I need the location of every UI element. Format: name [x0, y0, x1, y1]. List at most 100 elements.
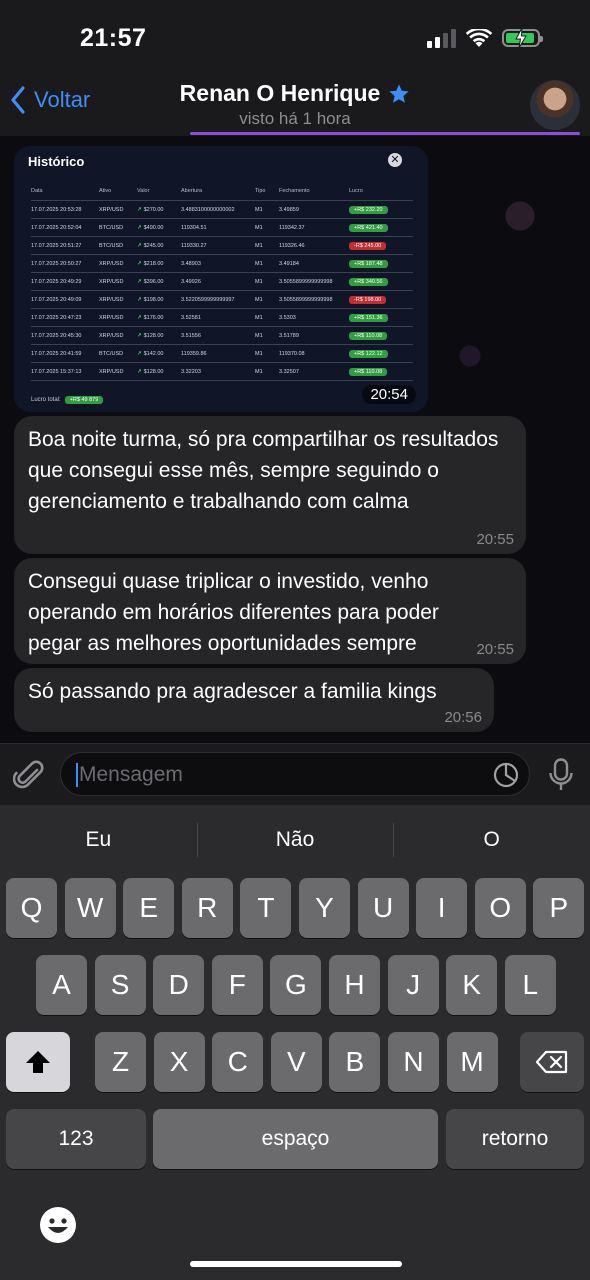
- message-text: Boa noite turma, só pra compartilhar os …: [28, 428, 499, 513]
- emoji-icon[interactable]: [38, 1205, 78, 1245]
- key-v[interactable]: V: [270, 1032, 322, 1092]
- history-cell: $176.00: [143, 315, 164, 321]
- home-indicator: [190, 1261, 402, 1267]
- key-g[interactable]: G: [270, 955, 322, 1015]
- history-cell: XRP/USD: [99, 272, 137, 291]
- key-i[interactable]: I: [416, 878, 468, 938]
- history-cell: BTC/USD: [99, 236, 137, 255]
- key-j[interactable]: J: [387, 955, 439, 1015]
- key-l[interactable]: L: [504, 955, 556, 1015]
- history-table-row: 17.07.2025 15:37:13 XRP/USD ↗ $128.00 3.3220…: [31, 362, 413, 381]
- profit-badge: +R$ 421.40: [349, 224, 388, 232]
- history-cell: 3.32203: [181, 362, 255, 381]
- history-cell: M1: [255, 362, 279, 381]
- text-message[interactable]: Só passando pra agradescer a familia kin…: [14, 668, 494, 732]
- key-t[interactable]: T: [240, 878, 292, 938]
- message-field[interactable]: [60, 752, 530, 797]
- return-key[interactable]: retorno: [446, 1109, 584, 1169]
- status-time: 21:57: [80, 24, 147, 52]
- key-x[interactable]: X: [153, 1032, 205, 1092]
- key-w[interactable]: W: [64, 878, 116, 938]
- key-p[interactable]: P: [533, 878, 585, 938]
- trend-up-icon: ↗: [137, 297, 142, 303]
- history-cell: 3.51556: [181, 326, 255, 345]
- history-cell: M1: [255, 344, 279, 363]
- trend-up-icon: ↗: [137, 351, 142, 357]
- history-cell: 17.07.2025 20:45:30: [31, 326, 99, 345]
- contact-name: Renan O Henrique: [179, 80, 381, 106]
- chat-header: Voltar Renan O Henrique visto há 1 hora: [0, 80, 590, 136]
- message-text: Só passando pra agradescer a familia kin…: [28, 680, 437, 703]
- key-f[interactable]: F: [211, 955, 263, 1015]
- total-profit-label: Lucro total:: [31, 397, 61, 403]
- history-cell: BTC/USD: [99, 344, 137, 363]
- profit-badge: +R$ 110.08: [349, 332, 388, 340]
- profit-badge: +R$ 187.48: [349, 260, 388, 268]
- numbers-key[interactable]: 123: [6, 1109, 146, 1169]
- shift-key[interactable]: [6, 1032, 70, 1092]
- key-k[interactable]: K: [446, 955, 498, 1015]
- key-b[interactable]: B: [329, 1032, 381, 1092]
- key-u[interactable]: U: [357, 878, 409, 938]
- space-key[interactable]: espaço: [153, 1109, 438, 1169]
- key-a[interactable]: A: [36, 955, 87, 1015]
- total-profit-value: +R$ 49 879: [64, 396, 104, 404]
- sticker-icon[interactable]: [493, 762, 519, 788]
- history-cell: 3.5303: [279, 308, 349, 327]
- history-cell: 119326.46: [279, 236, 349, 255]
- profit-badge: -R$ 198.00: [349, 296, 387, 304]
- key-y[interactable]: Y: [299, 878, 350, 938]
- avatar[interactable]: [530, 80, 580, 130]
- history-cell: 119330.27: [181, 236, 255, 255]
- history-cell: $270.00: [143, 207, 164, 213]
- message-time: 20:54: [362, 385, 416, 404]
- key-c[interactable]: C: [212, 1032, 264, 1092]
- history-table-row: 17.07.2025 20:52:04 BTC/USD ↗ $490.00 119304…: [31, 218, 413, 237]
- history-table-row: 17.07.2025 20:49:09 XRP/USD ↗ $198.00 3.5220…: [31, 290, 413, 309]
- suggestion-item[interactable]: O: [393, 805, 590, 875]
- text-message[interactable]: Consegui quase triplicar o investido, ve…: [14, 558, 526, 664]
- key-s[interactable]: S: [94, 955, 146, 1015]
- key-d[interactable]: D: [153, 955, 205, 1015]
- wifi-icon: [466, 28, 492, 47]
- trend-up-icon: ↗: [137, 369, 142, 375]
- history-cell: 17.07.2025 20:53:28: [31, 200, 99, 219]
- key-o[interactable]: O: [474, 878, 526, 938]
- history-cell: M1: [255, 326, 279, 345]
- chat-area[interactable]: Histórico ✕ Data Ativo Valor Abertura Ti…: [0, 136, 590, 743]
- star-icon: [389, 83, 409, 103]
- key-n[interactable]: N: [388, 1032, 439, 1092]
- text-message[interactable]: Boa noite turma, só pra compartilhar os …: [14, 416, 526, 554]
- history-cell: 3.49926: [181, 272, 255, 291]
- history-table-row: 17.07.2025 20:45:30 XRP/USD ↗ $128.00 3.5155…: [31, 326, 413, 345]
- backspace-key[interactable]: [520, 1032, 584, 1092]
- suggestion-item[interactable]: Eu: [0, 805, 197, 875]
- message-input[interactable]: [77, 753, 481, 797]
- history-table-header: Data Ativo Valor Abertura Tipo Fechament…: [31, 188, 413, 201]
- key-m[interactable]: M: [446, 1032, 498, 1092]
- profit-badge: +R$ 110.08: [349, 368, 388, 376]
- key-z[interactable]: Z: [95, 1032, 146, 1092]
- history-cell: 17.07.2025 20:49:09: [31, 290, 99, 309]
- key-h[interactable]: H: [329, 955, 380, 1015]
- history-cell: 119342.37: [279, 218, 349, 237]
- trend-up-icon: ↗: [137, 207, 142, 213]
- history-cell: 119359.86: [181, 344, 255, 363]
- history-cell: 17.07.2025 20:50:27: [31, 254, 99, 273]
- key-r[interactable]: R: [181, 878, 233, 938]
- attach-icon[interactable]: [13, 758, 45, 792]
- history-cell: 17.07.2025 15:37:13: [31, 362, 99, 381]
- history-cell: M1: [255, 272, 279, 291]
- chat-title-area[interactable]: Renan O Henrique visto há 1 hora: [0, 80, 590, 129]
- history-cell: M1: [255, 290, 279, 309]
- microphone-icon[interactable]: [548, 758, 574, 792]
- close-icon: ✕: [388, 153, 402, 167]
- suggestion-item[interactable]: Não: [196, 805, 394, 875]
- history-cell: 3.5055899999999998: [279, 272, 349, 291]
- history-cell: XRP/USD: [99, 326, 137, 345]
- trend-up-icon: ↗: [137, 225, 142, 231]
- image-message[interactable]: Histórico ✕ Data Ativo Valor Abertura Ti…: [14, 146, 428, 412]
- key-q[interactable]: Q: [6, 878, 57, 938]
- key-e[interactable]: E: [123, 878, 175, 938]
- history-cell: 3.49184: [279, 254, 349, 273]
